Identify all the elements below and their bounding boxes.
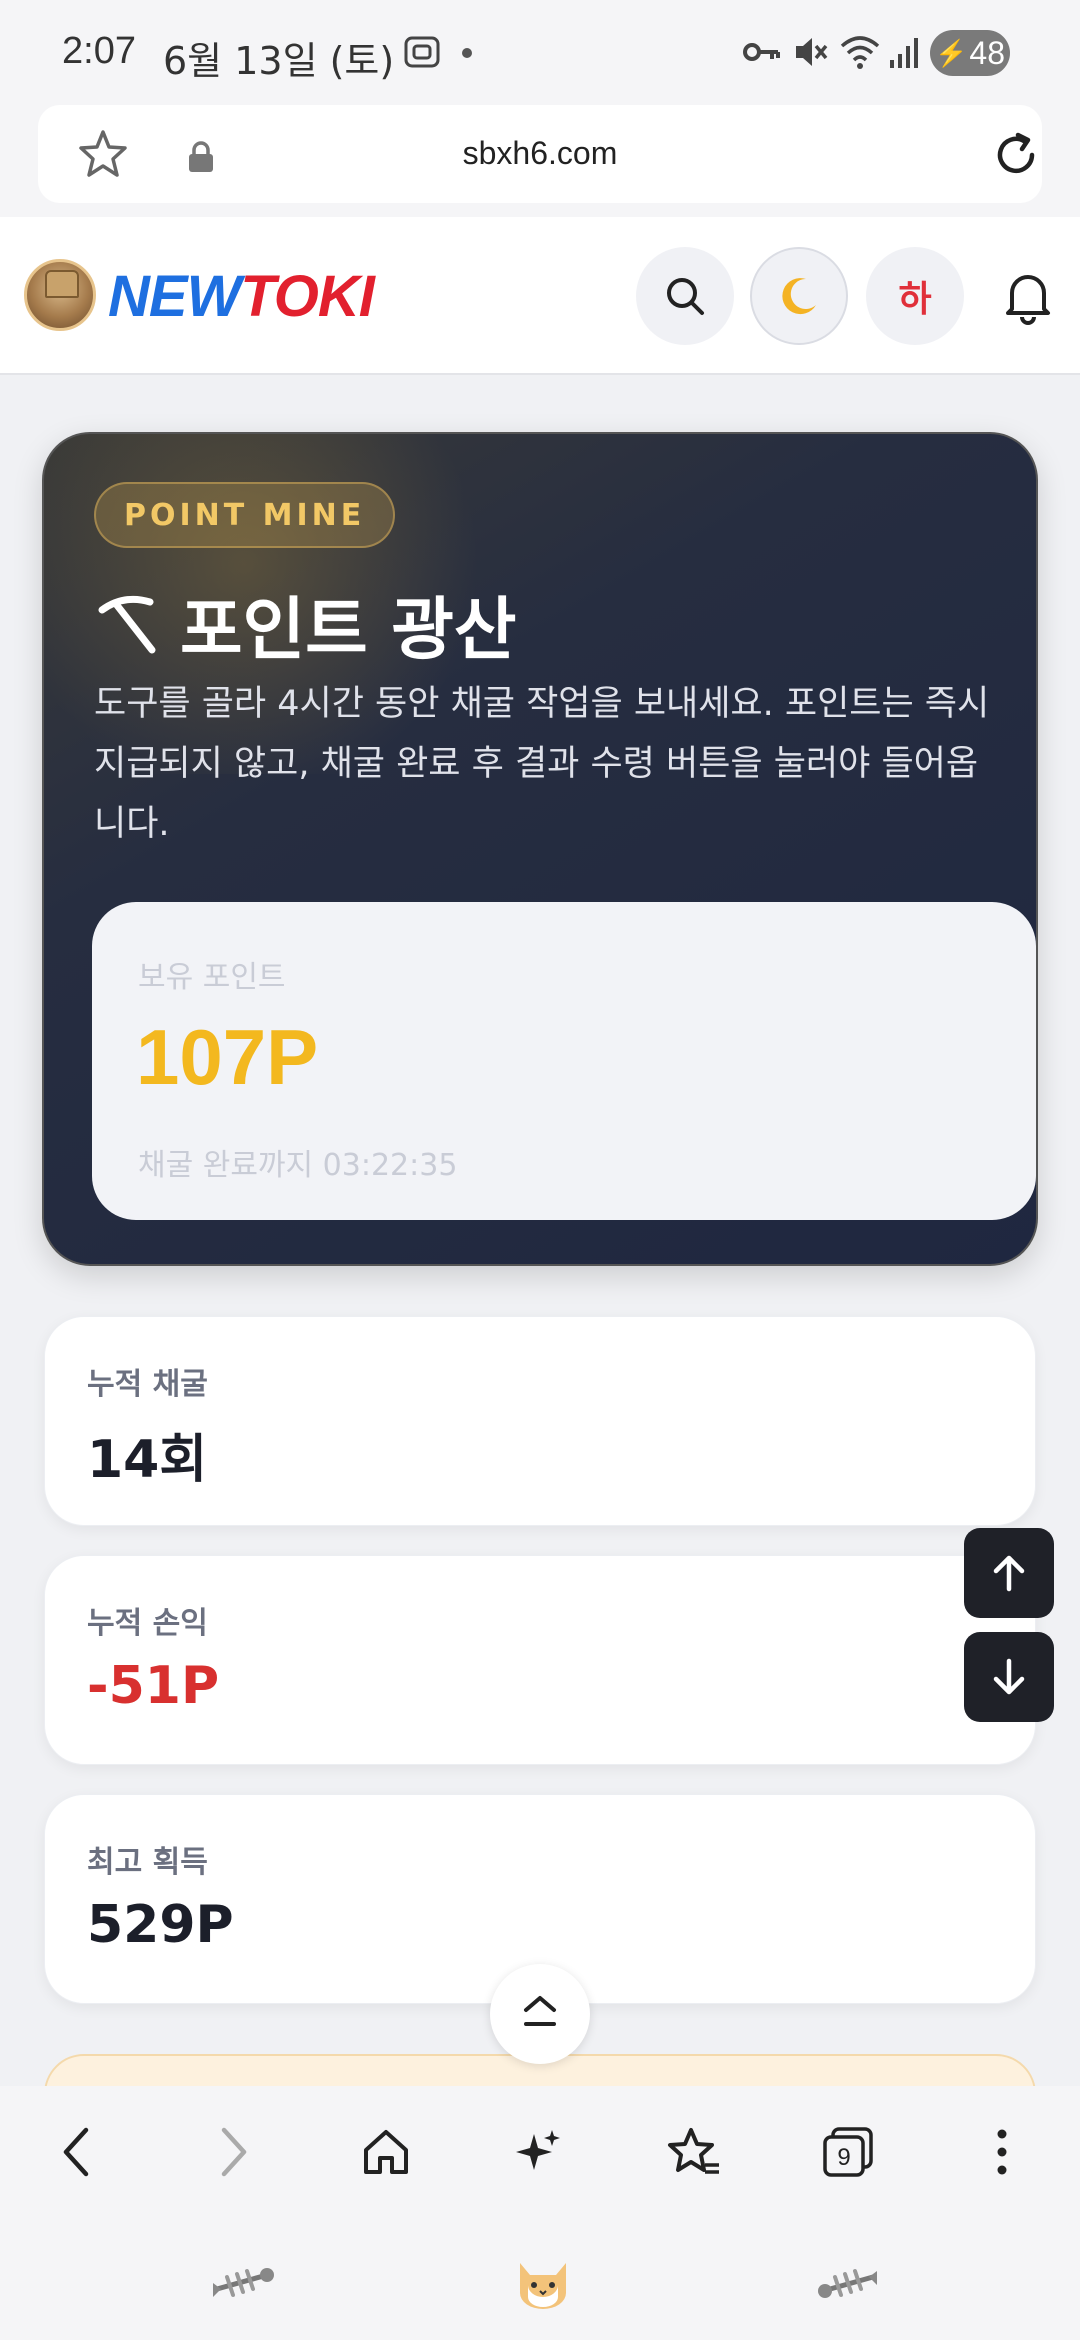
arrow-down-icon — [993, 1658, 1025, 1695]
key-icon — [743, 43, 780, 61]
search-button[interactable] — [636, 247, 734, 345]
status-date: 6월 13일 (토) — [163, 39, 395, 83]
scroll-to-top-button[interactable] — [490, 1964, 590, 2064]
back-icon — [63, 2127, 89, 2177]
chevron-up-icon — [524, 1996, 556, 2026]
browser-bottom-bar: 9 — [0, 2086, 1080, 2340]
stat-value: 14회 — [87, 1430, 208, 1490]
logo-text-new: NEW — [108, 264, 241, 329]
stat-label: 누적 손익 — [87, 1606, 208, 1641]
more-icon — [997, 2129, 1007, 2175]
stat-label: 최고 획득 — [87, 1845, 208, 1880]
site-logo[interactable]: NEWTOKI — [108, 263, 375, 330]
stat-card-total-profit: 누적 손익 -51P — [44, 1555, 1036, 1765]
page-title-text: 포인트 광산 — [180, 591, 517, 670]
fishbone-left-icon — [208, 2252, 278, 2312]
logo-text-toki: TOKI — [240, 264, 374, 329]
dark-mode-button[interactable] — [750, 247, 848, 345]
bell-icon[interactable] — [1000, 267, 1056, 327]
language-label: 하 — [898, 279, 932, 320]
notification-dot — [462, 48, 472, 58]
home-icon — [364, 2130, 408, 2174]
address-bar[interactable]: sbxh6.com — [38, 105, 1042, 203]
page-title: 포인트 광산 — [94, 574, 516, 673]
points-label: 보유 포인트 — [138, 960, 286, 995]
tabs-icon: 9 — [823, 2127, 873, 2177]
point-mine-hero: POINT MINE 포인트 광산 도구를 골라 4시간 동안 채굴 작업을 보… — [42, 432, 1038, 1266]
forward-button[interactable] — [204, 2122, 264, 2182]
stat-value: 529P — [87, 1895, 234, 1955]
site-header: NEWTOKI 하 — [0, 217, 1080, 375]
arrow-up-icon — [993, 1555, 1025, 1592]
home-button[interactable] — [356, 2122, 416, 2182]
signal-icon — [890, 38, 918, 68]
scroll-up-button[interactable] — [964, 1528, 1054, 1618]
hero-description: 도구를 골라 4시간 동안 채굴 작업을 보내세요. 포인트는 즉시 지급되지 … — [94, 684, 990, 844]
screenshot-icon — [404, 36, 440, 68]
status-time: 2:07 — [62, 30, 136, 72]
battery-level: 48 — [969, 34, 1005, 71]
wifi-icon — [840, 36, 880, 69]
stat-value: -51P — [87, 1656, 220, 1716]
language-button[interactable]: 하 — [866, 247, 964, 345]
fishbone-right-icon — [812, 2252, 882, 2312]
cat-icon[interactable] — [508, 2252, 578, 2312]
ai-button[interactable] — [508, 2122, 568, 2182]
stat-card-total-mining: 누적 채굴 14회 — [44, 1316, 1036, 1526]
status-bar: 2:07 6월 13일 (토) ⚡ 48 — [0, 0, 1080, 105]
browser-toolbar: sbxh6.com — [0, 105, 1080, 217]
bookmarks-button[interactable] — [664, 2122, 724, 2182]
search-icon — [667, 278, 704, 315]
points-value: 107P — [136, 1013, 319, 1101]
mute-icon — [796, 38, 828, 66]
mining-timer: 채굴 완료까지 03:22:35 — [138, 1148, 458, 1183]
browser-nav-row: 9 — [0, 2086, 1080, 2216]
points-card: 보유 포인트 107P 채굴 완료까지 03:22:35 — [92, 902, 1036, 1220]
tab-count: 9 — [837, 2144, 850, 2171]
forward-icon — [221, 2127, 247, 2177]
sparkle-icon — [516, 2130, 560, 2170]
reload-icon[interactable] — [988, 127, 1044, 183]
url-text[interactable]: sbxh6.com — [38, 135, 1042, 172]
point-mine-badge: POINT MINE — [94, 482, 396, 548]
battery-icon: ⚡ 48 — [930, 30, 1010, 76]
tabs-button[interactable]: 9 — [818, 2122, 878, 2182]
bookmarks-icon — [668, 2128, 719, 2174]
moon-icon — [782, 278, 816, 315]
stat-label: 누적 채굴 — [87, 1367, 208, 1402]
logo-avatar[interactable] — [24, 259, 96, 331]
scroll-down-button[interactable] — [964, 1632, 1054, 1722]
pickaxe-icon — [98, 595, 156, 653]
more-button[interactable] — [972, 2122, 1032, 2182]
back-button[interactable] — [46, 2122, 106, 2182]
